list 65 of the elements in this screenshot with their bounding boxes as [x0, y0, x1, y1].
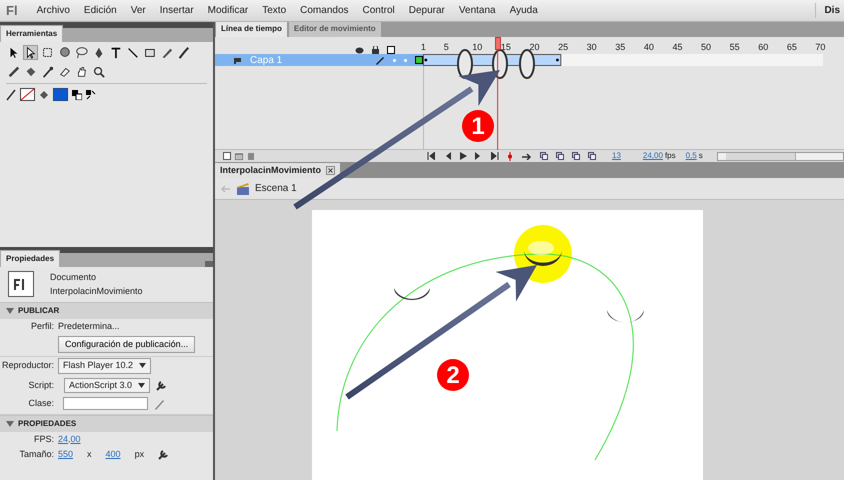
- width-value[interactable]: 550: [58, 448, 74, 462]
- menu-item[interactable]: Comandos: [293, 3, 356, 18]
- menu-item[interactable]: Ver: [124, 3, 153, 18]
- app-logo: Fl: [5, 2, 19, 20]
- seconds-label: s: [698, 150, 703, 162]
- frame-number: 45: [672, 42, 682, 52]
- menu-item[interactable]: Insertar: [152, 3, 201, 18]
- section-title: PUBLICAR: [18, 305, 60, 317]
- field-label: Perfil:: [30, 320, 55, 333]
- fps-value[interactable]: 24,00: [58, 432, 81, 446]
- workspace-menu[interactable]: Dis: [815, 3, 844, 18]
- field-label: FPS:: [32, 432, 55, 446]
- frame-number: 40: [644, 42, 654, 52]
- frame-number: 1: [420, 42, 426, 52]
- unit-label: px: [134, 448, 144, 461]
- profile-value: Predetermina...: [58, 320, 120, 333]
- menu-item[interactable]: Depurar: [402, 3, 452, 18]
- frame-number: 30: [586, 42, 597, 52]
- document-tab[interactable]: InterpolacinMovimiento: [215, 162, 340, 178]
- frame-number: 5: [444, 42, 449, 52]
- scene-name[interactable]: Escena 1: [255, 181, 297, 196]
- frame-number: 55: [730, 42, 740, 52]
- menu-item[interactable]: Modificar: [200, 3, 256, 18]
- menu-item[interactable]: Edición: [76, 3, 124, 18]
- field-label: Reproductor:: [0, 359, 55, 372]
- callout-number: 1: [462, 110, 494, 142]
- frame-number: 25: [558, 42, 568, 52]
- menu-item[interactable]: Archivo: [30, 3, 77, 18]
- dropdown[interactable]: ActionScript 3.0: [64, 378, 150, 393]
- height-value[interactable]: 400: [106, 448, 121, 462]
- menu-item[interactable]: Texto: [255, 3, 294, 18]
- section-header[interactable]: PROPIEDADES: [0, 414, 213, 432]
- fps-label: fps: [664, 150, 676, 162]
- frame-number: 50: [701, 42, 712, 52]
- frame-number: 10: [472, 42, 482, 52]
- document-name: InterpolacinMovimiento: [50, 284, 143, 298]
- dropdown[interactable]: Flash Player 10.2: [58, 358, 152, 374]
- current-frame[interactable]: 13: [612, 150, 621, 162]
- dropdown-value: ActionScript 3.0: [69, 378, 132, 392]
- document-tab-label: InterpolacinMovimiento: [220, 164, 322, 177]
- frame-number: 35: [615, 42, 626, 52]
- timeline-tab[interactable]: Línea de tiempo: [215, 22, 288, 37]
- menu-item[interactable]: Ventana: [452, 3, 503, 18]
- frame-number: 65: [786, 42, 797, 52]
- callout-number: 2: [437, 359, 469, 391]
- section-title: PROPIEDADES: [18, 418, 76, 430]
- frame-number: 20: [529, 42, 540, 52]
- menu-item[interactable]: Ayuda: [502, 3, 545, 18]
- panel-tab[interactable]: Herramientas: [0, 25, 64, 42]
- frame-number: 70: [815, 42, 826, 52]
- field-label: Clase:: [27, 397, 55, 410]
- frame-rate[interactable]: 24,00: [642, 150, 663, 162]
- panel-tab[interactable]: Propiedades: [0, 250, 60, 267]
- dropdown-value: Flash Player 10.2: [63, 359, 134, 372]
- field-label: Tamaño:: [18, 448, 55, 461]
- section-header[interactable]: PUBLICAR: [0, 302, 213, 319]
- menu-item[interactable]: Control: [356, 3, 402, 18]
- field-label: Script:: [27, 378, 55, 392]
- elapsed-time[interactable]: 0,5: [686, 150, 697, 162]
- frame-number: 60: [758, 42, 768, 52]
- publish-settings-button[interactable]: Configuración de publicación...: [58, 336, 196, 353]
- timeline-tab[interactable]: Editor de movimiento: [288, 22, 382, 37]
- frame-number: 15: [500, 42, 511, 52]
- size-separator: x: [87, 448, 92, 461]
- document-type: Documento: [50, 271, 98, 284]
